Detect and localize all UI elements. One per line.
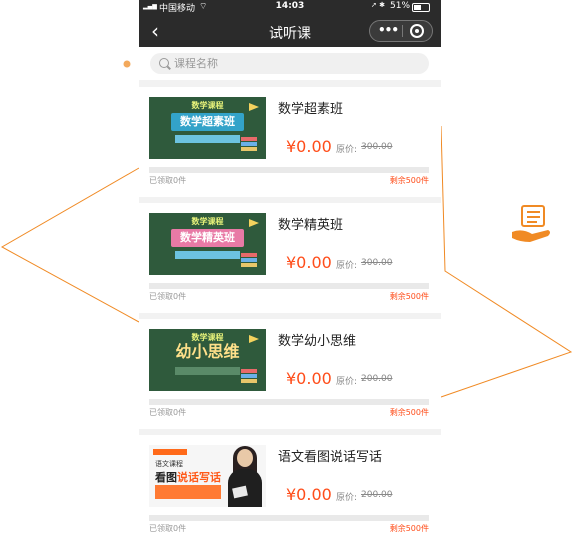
original-price-label: 原价:: [336, 261, 358, 271]
thumb-brand-badge: [153, 449, 187, 455]
books-icon: [241, 369, 257, 383]
teacher-photo-face: [237, 449, 253, 467]
original-price: 300.00: [361, 258, 393, 268]
miniprogram-capsule: •••: [369, 20, 433, 42]
claimed-count: 已领取0件: [149, 524, 187, 533]
course-card[interactable]: 数学课程 数学超素班 数学超素班 ¥0.00 原价: 300.00 已领取0件 …: [139, 87, 441, 197]
phone-screen: ▂▄▆ 中国移动 ⌔ 14:03 ➚ ✱ 51% ‹ 试听课 ••• 数学课程 …: [139, 0, 441, 544]
course-card[interactable]: 数学课程 数学精英班 数学精英班 ¥0.00 原价: 300.00 已领取0件 …: [139, 203, 441, 313]
paper-plane-icon: [249, 103, 259, 111]
course-thumbnail[interactable]: 语文课程 看图说话写话: [149, 445, 266, 507]
thumb-subject-label: 语文课程: [155, 460, 183, 468]
claimed-count: 已领取0件: [149, 292, 187, 301]
course-name[interactable]: 数学超素班: [278, 98, 343, 117]
course-card[interactable]: 数学课程 幼小思维 数学幼小思维 ¥0.00 原价: 200.00 已领取0件 …: [139, 319, 441, 429]
search-input[interactable]: [174, 55, 414, 72]
claimed-count: 已领取0件: [149, 176, 187, 185]
course-thumbnail[interactable]: 数学课程 幼小思维: [149, 329, 266, 391]
search-icon: [159, 58, 169, 68]
document-hand-icon: [512, 205, 550, 242]
location-bluetooth-icon: ➚ ✱: [371, 1, 385, 9]
thumb-course-title: 数学超素班: [171, 113, 244, 131]
thumb-course-title: 幼小思维: [175, 342, 240, 361]
books-icon: [241, 253, 257, 267]
original-price-label: 原价:: [336, 377, 358, 387]
course-price: ¥0.00: [286, 369, 332, 388]
thumb-title-part-b: 说话写话: [177, 471, 221, 484]
search-bar: [139, 47, 441, 80]
thumb-title-part-a: 看图: [155, 471, 177, 484]
paper-plane-icon: [249, 219, 259, 227]
claim-progress-bar: [149, 167, 429, 173]
battery-percent: 51%: [390, 1, 411, 11]
course-name[interactable]: 数学幼小思维: [278, 330, 356, 349]
thumb-subtitle-bar: [175, 251, 240, 259]
battery-fill: [414, 5, 422, 10]
course-price: ¥0.00: [286, 253, 332, 272]
nav-bar: ‹ 试听课 •••: [139, 15, 441, 47]
thumb-course-title: 数学精英班: [171, 229, 244, 247]
thumb-subtitle-bar: [175, 135, 240, 143]
status-bar: ▂▄▆ 中国移动 ⌔ 14:03 ➚ ✱ 51%: [139, 0, 441, 15]
course-name[interactable]: 语文看图说话写话: [278, 446, 382, 465]
capsule-divider: [402, 25, 403, 37]
left-deco-line: [0, 167, 140, 323]
remaining-count: 剩余500件: [389, 524, 429, 533]
claim-progress-bar: [149, 283, 429, 289]
right-deco-line: [440, 125, 572, 398]
course-thumbnail[interactable]: 数学课程 数学精英班: [149, 213, 266, 275]
original-price: 300.00: [361, 142, 393, 152]
course-thumbnail[interactable]: 数学课程 数学超素班: [149, 97, 266, 159]
course-price: ¥0.00: [286, 485, 332, 504]
paper-plane-icon: [249, 335, 259, 343]
claim-progress-bar: [149, 515, 429, 521]
battery-icon: [412, 3, 430, 12]
claim-progress-bar: [149, 399, 429, 405]
close-icon[interactable]: [410, 24, 424, 38]
original-price-label: 原价:: [336, 493, 358, 503]
thumb-course-title: 看图说话写话: [155, 469, 221, 485]
original-price-label: 原价:: [336, 145, 358, 155]
remaining-count: 剩余500件: [389, 176, 429, 185]
original-price: 200.00: [361, 374, 393, 384]
remaining-count: 剩余500件: [389, 408, 429, 417]
course-card[interactable]: 语文课程 看图说话写话 语文看图说话写话 ¥0.00 原价: 200.00 已领…: [139, 435, 441, 544]
thumb-subtitle-bar: [175, 367, 240, 375]
search-box[interactable]: [150, 53, 429, 74]
claimed-count: 已领取0件: [149, 408, 187, 417]
thumb-description-box: [155, 485, 221, 499]
orange-dot: [123, 60, 131, 68]
remaining-count: 剩余500件: [389, 292, 429, 301]
original-price: 200.00: [361, 490, 393, 500]
course-price: ¥0.00: [286, 137, 332, 156]
course-name[interactable]: 数学精英班: [278, 214, 343, 233]
books-icon: [241, 137, 257, 151]
more-icon[interactable]: •••: [376, 21, 400, 41]
